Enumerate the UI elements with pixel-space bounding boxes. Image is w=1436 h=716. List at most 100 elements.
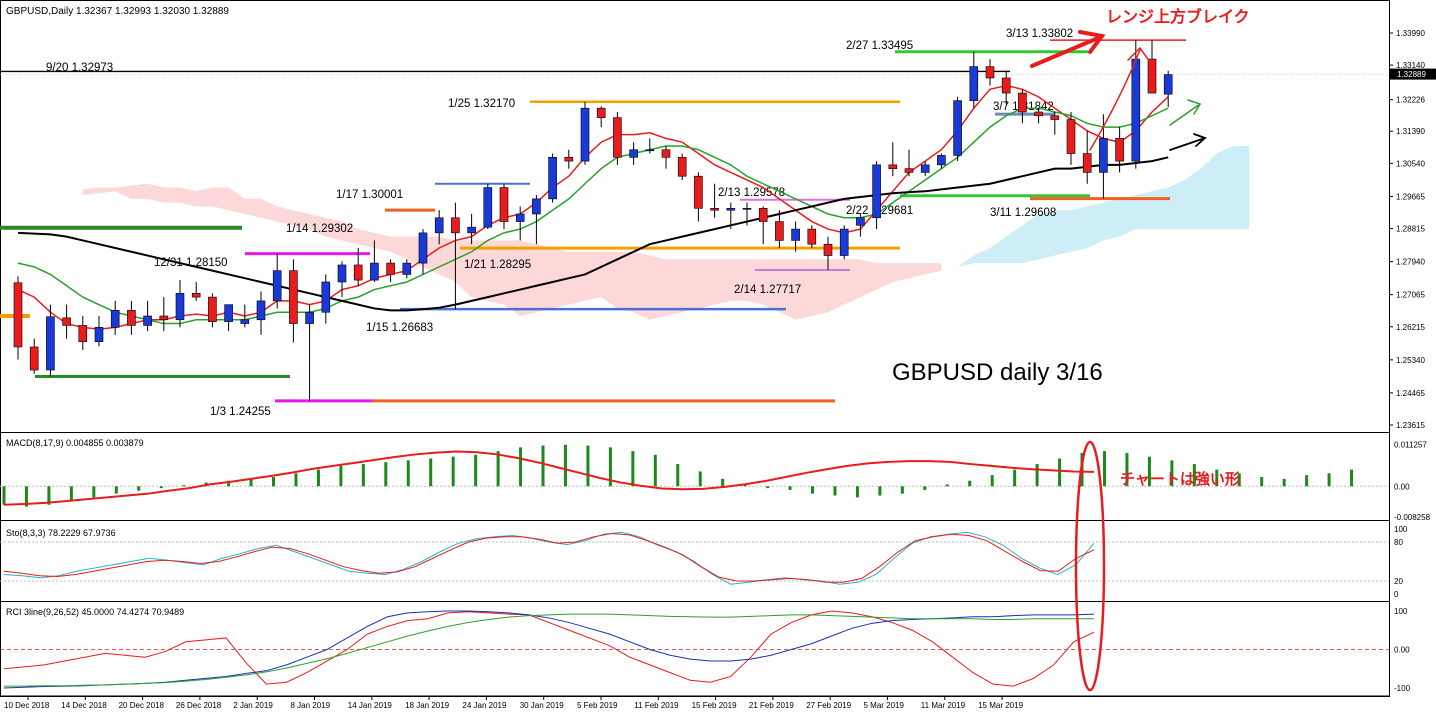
candle-body [1115, 138, 1124, 162]
chart-note: チャートは強い形 [1120, 470, 1240, 488]
stochastic-tick-label: 0 [1394, 590, 1399, 599]
candle-body [596, 107, 606, 118]
candle-body [872, 164, 881, 219]
candle-body [29, 346, 39, 371]
macd-tick-label: 0.011257 [1394, 441, 1427, 450]
candle-body [353, 264, 363, 281]
candle-body [143, 315, 152, 326]
candle-body [1099, 138, 1108, 173]
candle-body [370, 262, 379, 281]
candle-body [775, 221, 784, 241]
price-annotation: 3/11 1.29608 [990, 207, 1056, 219]
candle-body [289, 270, 298, 324]
candle-body [710, 208, 719, 211]
x-tick-label: 5 Mar 2019 [864, 701, 905, 710]
x-tick-label: 5 Feb 2019 [577, 701, 618, 710]
candle-body [613, 117, 622, 158]
price-tick-label: 1.24465 [1396, 389, 1425, 398]
candle-body [839, 228, 849, 256]
candle-body [742, 208, 752, 210]
price-tick-label: 1.27940 [1396, 258, 1425, 267]
candle-body [1001, 77, 1011, 94]
candle-body [1131, 58, 1141, 162]
x-tick-label: 18 Jan 2019 [405, 701, 450, 710]
candle-body [1018, 92, 1027, 113]
x-tick-label: 27 Feb 2019 [806, 701, 851, 710]
price-annotation: 2/27 1.33495 [846, 40, 913, 52]
price-tick-label: 1.25340 [1396, 356, 1425, 365]
candle-body [175, 293, 185, 321]
stochastic-tick-label: 20 [1394, 577, 1403, 586]
candle-body [937, 155, 946, 166]
candle-body [191, 293, 201, 298]
breakout-callout: レンジ上方ブレイク [1106, 7, 1250, 26]
candle-body [224, 304, 233, 322]
candle-body [629, 149, 638, 158]
x-tick-label: 30 Jan 2019 [520, 701, 565, 710]
candle-body [208, 296, 217, 322]
price-tick-label: 1.27065 [1396, 291, 1425, 300]
price-annotation: 1/17 1.30001 [336, 189, 403, 201]
candle-body [499, 187, 509, 222]
price-tick-label: 1.32226 [1396, 96, 1425, 105]
candle-body [159, 315, 169, 321]
candle-body [807, 228, 817, 245]
x-tick-label: 8 Jan 2019 [291, 701, 331, 710]
rci-tick-label: 0.00 [1394, 646, 1410, 655]
candle-body [726, 208, 736, 211]
rci-header: RCI 3line(9,26,52) 45.0000 74.4274 70.94… [6, 607, 184, 617]
candle-body [661, 149, 671, 158]
price-annotation: 1/14 1.29302 [286, 223, 353, 235]
stochastic-tick-label: 80 [1394, 538, 1403, 547]
candle-body [483, 187, 493, 228]
candle-body [434, 217, 444, 234]
chart-watermark: GBPUSD daily 3/16 [892, 359, 1103, 386]
price-tick-label: 1.33990 [1396, 29, 1425, 38]
price-annotation: 1/21 1.28295 [464, 259, 531, 271]
candle-body [240, 319, 250, 324]
candle-body [532, 198, 541, 215]
candle-body [645, 149, 655, 152]
candle-body [305, 311, 314, 324]
stochastic-tick-label: 100 [1394, 525, 1408, 534]
macd-header: MACD(8,17,9) 0.004855 0.003879 [6, 438, 144, 448]
candle-body [1082, 153, 1092, 173]
candle-body [78, 325, 88, 342]
candle-body [1050, 115, 1060, 120]
candle-body [1147, 58, 1157, 94]
candle-body [272, 270, 282, 302]
candle-body [1034, 111, 1043, 117]
candle-body [62, 317, 71, 326]
rci-tick-label: 100 [1394, 607, 1408, 616]
rci-tick-label: -100 [1394, 684, 1411, 693]
price-tick-label: 1.26215 [1396, 323, 1425, 332]
candle-body [13, 282, 23, 348]
candle-body [1066, 119, 1076, 154]
price-tick-label: 1.30540 [1396, 159, 1425, 168]
candle-body [953, 100, 962, 156]
candle-body [823, 243, 833, 256]
x-tick-label: 15 Feb 2019 [692, 701, 737, 710]
price-annotation: 1/25 1.32170 [448, 98, 515, 110]
price-annotation: 2/14 1.27717 [734, 284, 801, 296]
x-tick-label: 10 Dec 2018 [4, 701, 50, 710]
current-price-label: 1.32889 [1397, 70, 1426, 79]
x-tick-label: 21 Feb 2019 [749, 701, 794, 710]
x-tick-label: 24 Jan 2019 [462, 701, 507, 710]
candle-body [110, 310, 120, 328]
candle-body [337, 264, 347, 283]
x-tick-label: 11 Mar 2019 [921, 701, 966, 710]
candle-body [321, 281, 331, 313]
candle-body [985, 66, 995, 79]
candle-body [256, 300, 266, 321]
price-tick-label: 1.23615 [1396, 421, 1425, 430]
candle-body [969, 66, 979, 101]
candle-body [856, 217, 865, 226]
chart-canvas: 1.339901.331401.322261.313901.305401.296… [0, 0, 1436, 716]
price-header: GBPUSD,Daily 1.32367 1.32993 1.32030 1.3… [6, 6, 229, 17]
candle-body [402, 262, 412, 275]
candle-body [451, 217, 460, 234]
candle-body [888, 164, 898, 169]
candle-body [548, 157, 557, 200]
price-annotation: 1/15 1.26683 [366, 322, 433, 334]
